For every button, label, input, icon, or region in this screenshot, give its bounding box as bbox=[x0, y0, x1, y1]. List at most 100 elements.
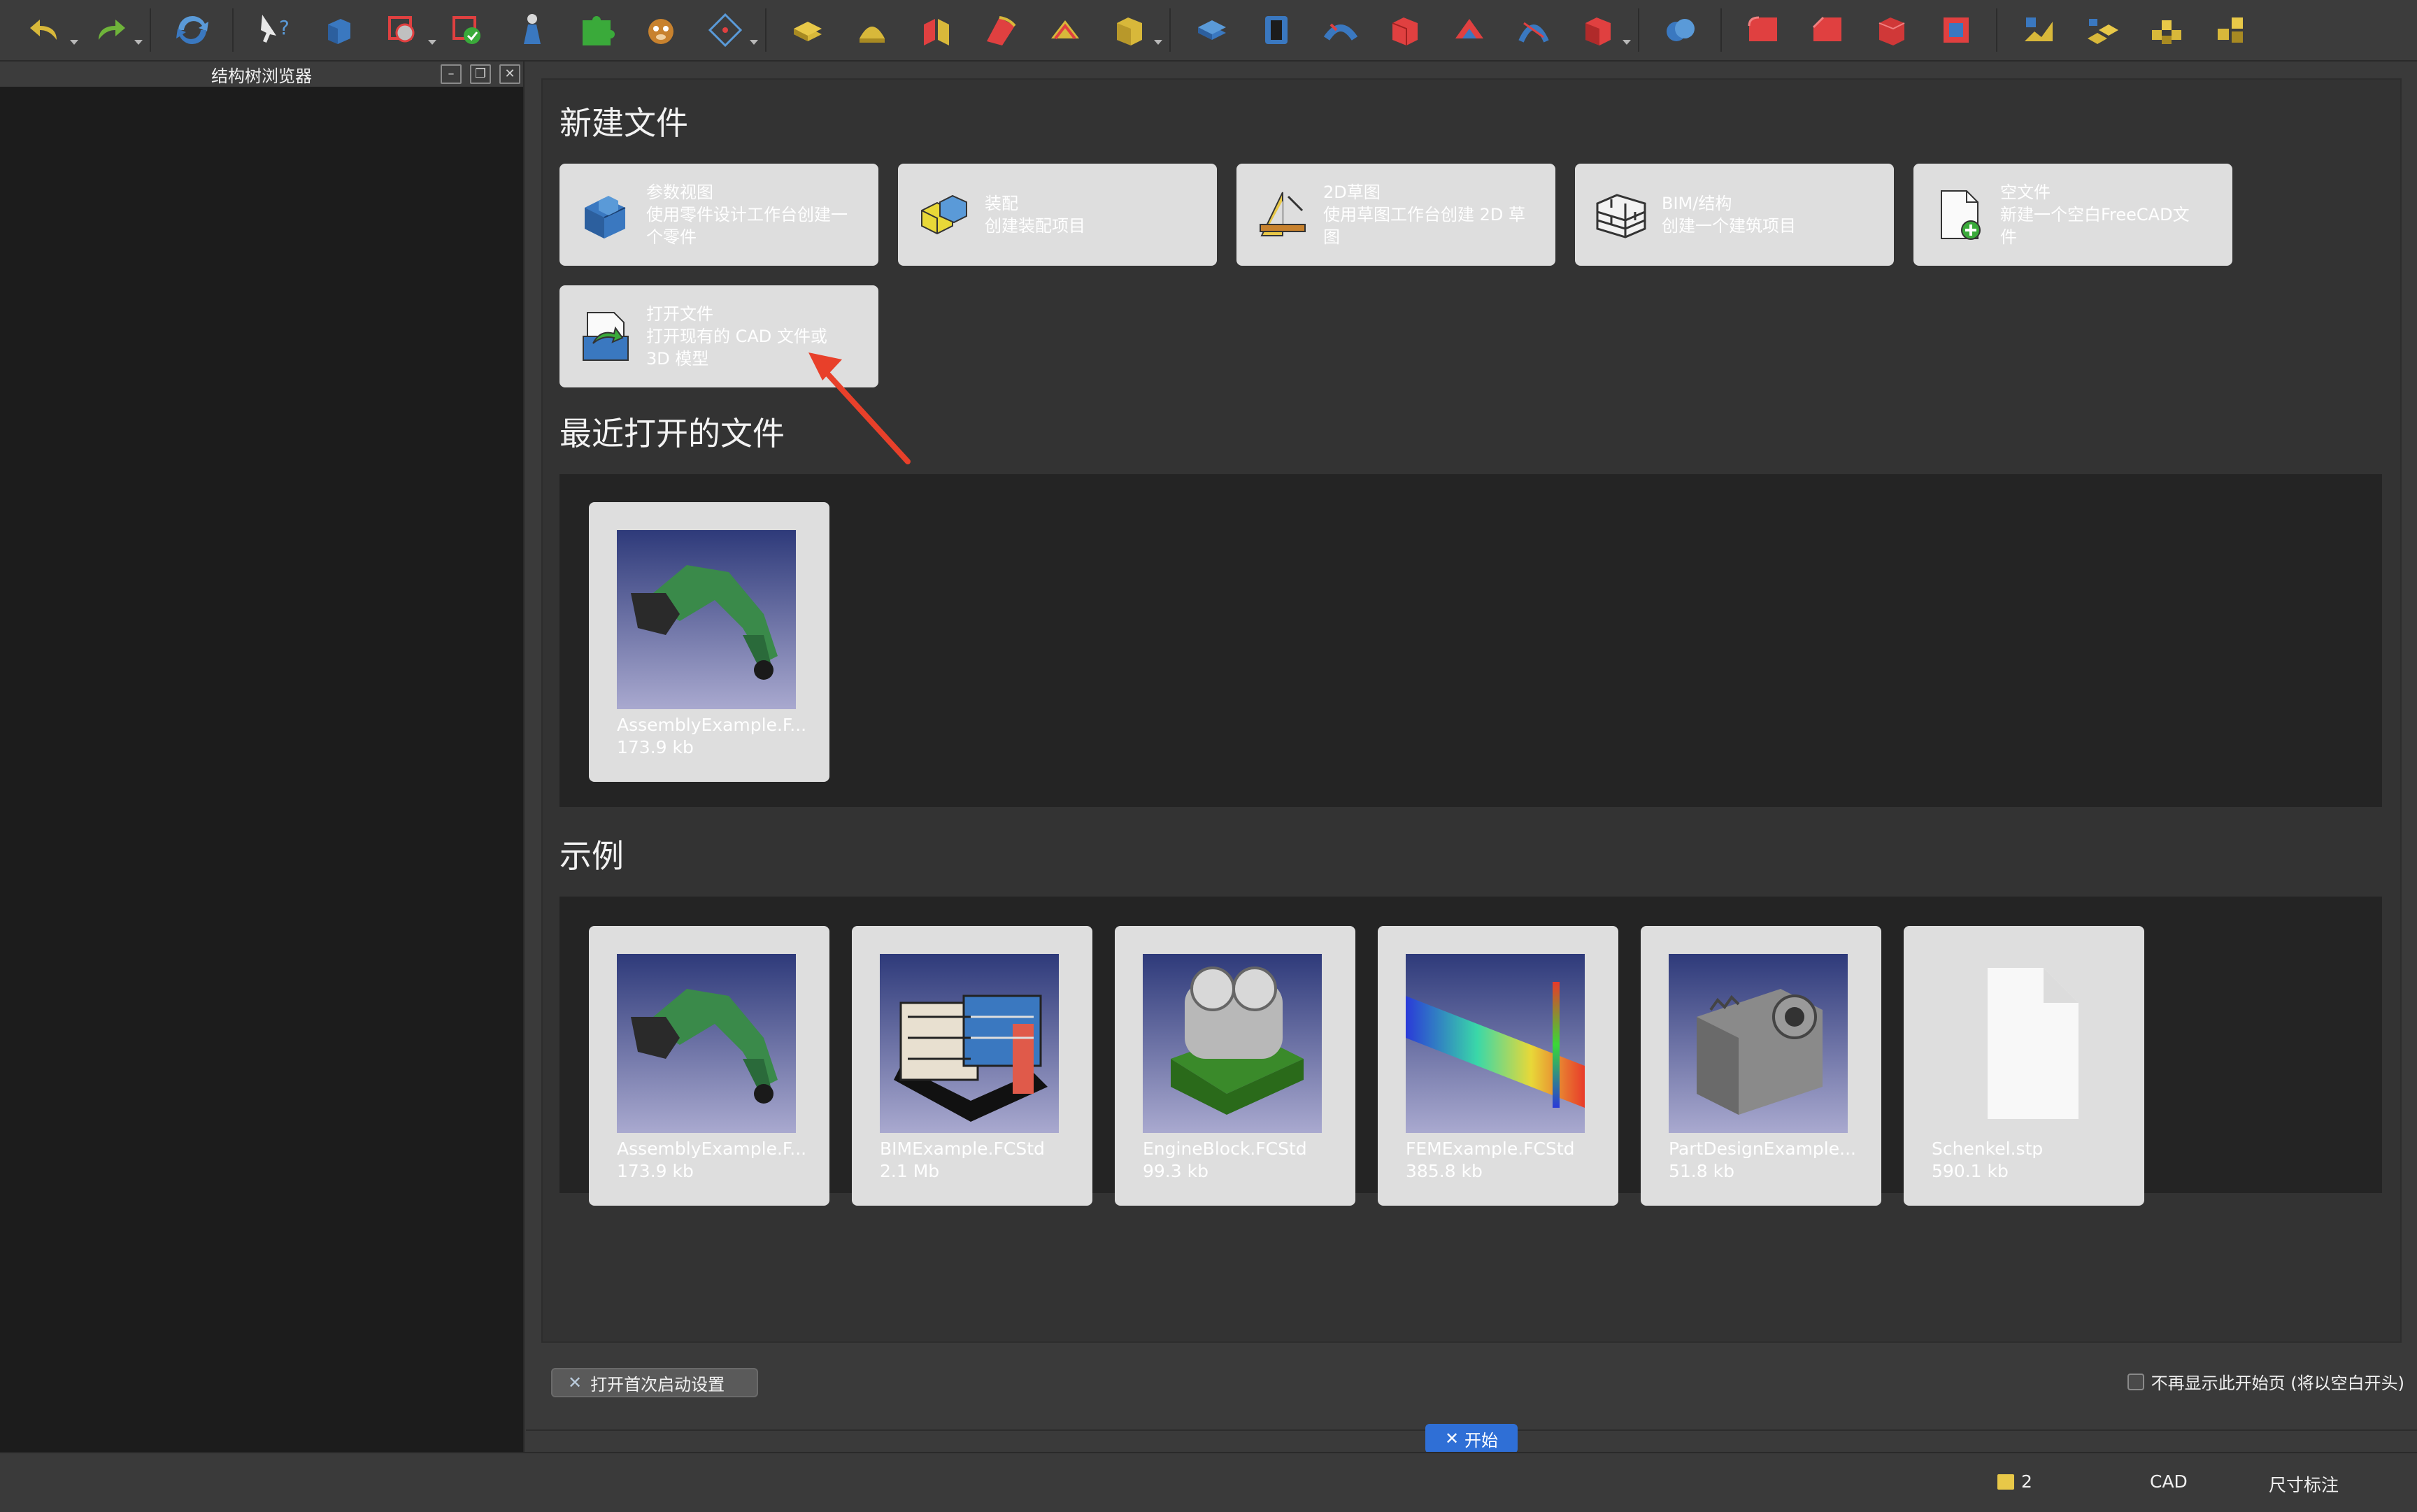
whats-this-icon[interactable]: ? bbox=[255, 10, 295, 50]
open-file-button[interactable]: 打开文件 打开现有的 CAD 文件或 3D 模型 bbox=[559, 285, 878, 387]
notification-icon bbox=[1997, 1474, 2014, 1490]
tree-view-title: 结构树浏览器 bbox=[211, 66, 312, 86]
new-assembly-button[interactable]: 装配 创建装配项目 bbox=[898, 164, 1217, 266]
navigation-style[interactable]: CAD bbox=[2150, 1471, 2188, 1492]
example-thumbnail bbox=[617, 954, 796, 1133]
assembly-icon bbox=[916, 187, 972, 243]
example-file-card[interactable]: PartDesignExample.... 51.8 kb bbox=[1641, 926, 1881, 1206]
tools-icon: ✕ bbox=[568, 1373, 583, 1392]
dont-show-checkbox[interactable] bbox=[2127, 1373, 2144, 1390]
card-desc: 使用草图工作台创建 2D 草图 bbox=[1323, 205, 1526, 247]
tab-close-icon[interactable]: ✕ bbox=[1445, 1429, 1459, 1448]
figure-icon[interactable] bbox=[512, 10, 552, 50]
groove-icon[interactable] bbox=[1320, 10, 1361, 50]
multi-transform-icon[interactable] bbox=[2211, 10, 2252, 50]
example-thumbnail bbox=[880, 954, 1059, 1133]
part-design-icon bbox=[578, 187, 634, 243]
status-bar: 2 CAD 尺寸标注 bbox=[0, 1452, 2417, 1512]
float-icon[interactable]: ❐ bbox=[470, 64, 491, 84]
linear-pattern-icon[interactable] bbox=[2083, 10, 2123, 50]
recent-file-thumbnail bbox=[617, 530, 796, 709]
examples-area: AssemblyExample.F... 173.9 kb BIMExample… bbox=[559, 897, 2382, 1206]
puzzle-icon[interactable] bbox=[576, 10, 617, 50]
card-title: 参数视图 bbox=[646, 183, 713, 202]
thickness-icon[interactable] bbox=[1936, 10, 1976, 50]
mirrored-pattern-icon[interactable] bbox=[2018, 10, 2059, 50]
card-title: 空文件 bbox=[2000, 183, 2051, 202]
addon-mascot-icon[interactable] bbox=[641, 10, 681, 50]
recent-files-area: AssemblyExample.F... 173.9 kb bbox=[559, 474, 2382, 807]
polar-pattern-icon[interactable] bbox=[2147, 10, 2188, 50]
draft-icon[interactable] bbox=[1871, 10, 1912, 50]
minimize-icon[interactable]: – bbox=[441, 64, 462, 84]
new-bim-button[interactable]: BIM/结构创建一个建筑项目 bbox=[1575, 164, 1894, 266]
example-file-card[interactable]: AssemblyExample.F... 173.9 kb bbox=[589, 926, 829, 1206]
part-box-icon[interactable] bbox=[319, 10, 359, 50]
file-name: EngineBlock.FCStd bbox=[1143, 1139, 1307, 1159]
pad-icon[interactable] bbox=[1192, 10, 1232, 50]
file-name: BIMExample.FCStd bbox=[880, 1139, 1045, 1159]
file-size: 51.8 kb bbox=[1669, 1161, 1734, 1181]
bim-wall-icon bbox=[1593, 187, 1649, 243]
card-title: 2D草图 bbox=[1323, 183, 1381, 202]
example-thumbnail bbox=[1669, 954, 1848, 1133]
file-name: FEMExample.FCStd bbox=[1406, 1139, 1575, 1159]
example-file-card[interactable]: Schenkel.stp 590.1 kb bbox=[1904, 926, 2144, 1206]
view-plane-icon[interactable] bbox=[705, 10, 758, 50]
file-size: 2.1 Mb bbox=[880, 1161, 940, 1181]
mirror-icon[interactable] bbox=[916, 10, 957, 50]
new-parametric-button[interactable]: 参数视图使用零件设计工作台创建一个零件 bbox=[559, 164, 878, 266]
first-start-settings-button[interactable]: ✕ 打开首次启动设置 bbox=[551, 1368, 758, 1397]
notification-count[interactable]: 2 bbox=[1997, 1471, 2032, 1492]
dont-show-again[interactable]: 不再显示此开始页 (将以空白开头) bbox=[2127, 1369, 2404, 1394]
extrude-icon[interactable] bbox=[787, 10, 828, 50]
boolean-icon[interactable] bbox=[1660, 10, 1701, 50]
recent-file-card[interactable]: AssemblyExample.F... 173.9 kb bbox=[589, 502, 829, 782]
card-title: 装配 bbox=[985, 194, 1018, 213]
open-file-icon bbox=[578, 308, 634, 364]
file-size: 173.9 kb bbox=[617, 737, 694, 757]
card-title: BIM/结构 bbox=[1662, 194, 1732, 213]
card-desc: 创建装配项目 bbox=[985, 216, 1085, 236]
file-size: 173.9 kb bbox=[617, 1161, 694, 1181]
svg-text:?: ? bbox=[279, 16, 290, 39]
section-box-icon[interactable] bbox=[1109, 10, 1162, 50]
close-icon[interactable]: ✕ bbox=[499, 64, 520, 84]
example-file-card[interactable]: EngineBlock.FCStd 99.3 kb bbox=[1115, 926, 1355, 1206]
file-size: 385.8 kb bbox=[1406, 1161, 1483, 1181]
units-selector[interactable]: 尺寸标注 bbox=[2269, 1471, 2339, 1497]
chamfer-icon[interactable] bbox=[1045, 10, 1085, 50]
new-sketch-button[interactable]: 2D草图使用草图工作台创建 2D 草图 bbox=[1236, 164, 1555, 266]
revolve-icon[interactable] bbox=[852, 10, 892, 50]
helix-icon[interactable] bbox=[1513, 10, 1554, 50]
sweep-icon[interactable] bbox=[1449, 10, 1490, 50]
recent-files-title: 最近打开的文件 bbox=[559, 415, 785, 452]
notification-count-value: 2 bbox=[2021, 1471, 2032, 1492]
tab-start[interactable]: ✕ 开始 bbox=[1425, 1424, 1518, 1453]
subtractive-box-icon[interactable] bbox=[1578, 10, 1631, 50]
card-title: 打开文件 bbox=[646, 304, 713, 324]
loft-icon[interactable] bbox=[1385, 10, 1425, 50]
pocket-icon[interactable] bbox=[1256, 10, 1297, 50]
fillet-icon[interactable] bbox=[981, 10, 1021, 50]
file-size: 590.1 kb bbox=[1932, 1161, 2009, 1181]
create-part-icon[interactable] bbox=[383, 10, 436, 50]
example-file-card[interactable]: BIMExample.FCStd 2.1 Mb bbox=[852, 926, 1092, 1206]
redo-icon[interactable] bbox=[90, 10, 143, 50]
file-name: Schenkel.stp bbox=[1932, 1139, 2044, 1159]
card-desc: 创建一个建筑项目 bbox=[1662, 216, 1796, 236]
example-thumbnail bbox=[1143, 954, 1322, 1133]
refresh-icon[interactable] bbox=[172, 10, 213, 50]
chamfer-solid-icon[interactable] bbox=[1807, 10, 1848, 50]
main-toolbar: ? bbox=[0, 0, 2417, 62]
first-start-settings-label: 打开首次启动设置 bbox=[590, 1374, 725, 1395]
file-name: AssemblyExample.F... bbox=[617, 1139, 806, 1159]
card-desc: 使用零件设计工作台创建一个零件 bbox=[646, 205, 848, 247]
undo-icon[interactable] bbox=[25, 10, 78, 50]
check-geometry-icon[interactable] bbox=[448, 10, 488, 50]
tree-view-header: 结构树浏览器 – ❐ ✕ bbox=[0, 62, 523, 87]
fillet-solid-icon[interactable] bbox=[1743, 10, 1783, 50]
new-empty-file-button[interactable]: 空文件 新建一个空白FreeCAD文件 bbox=[1913, 164, 2232, 266]
tab-bar: ✕ 开始 bbox=[526, 1424, 2417, 1453]
example-file-card[interactable]: FEMExample.FCStd 385.8 kb bbox=[1378, 926, 1618, 1206]
